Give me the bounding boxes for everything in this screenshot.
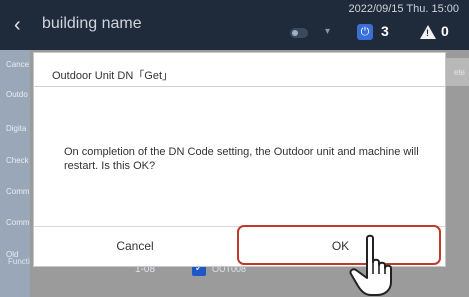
warning-icon: ! <box>420 25 436 39</box>
datetime-display: 2022/09/15 Thu. 15:00 <box>348 3 459 15</box>
ok-button-highlight <box>237 225 441 265</box>
page-title: building name <box>42 15 142 32</box>
toggle-switch-icon[interactable] <box>290 28 308 38</box>
sidebar-item-digital[interactable]: Digita <box>6 124 26 133</box>
sidebar-item-check[interactable]: Check <box>6 156 29 165</box>
sidebar-item-outdoor[interactable]: Outdo <box>6 90 28 99</box>
power-icon: ⏻ <box>357 24 373 40</box>
power-count: 3 <box>381 23 389 39</box>
sidebar-item-cancel[interactable]: Cance <box>6 60 29 69</box>
dialog-message: On completion of the DN Code setting, th… <box>64 146 419 172</box>
dialog-divider <box>34 86 445 87</box>
chevron-down-icon[interactable]: ▾ <box>325 26 330 37</box>
hand-pointer-icon <box>349 234 392 296</box>
back-chevron-icon[interactable]: ‹ <box>14 14 21 37</box>
cancel-button[interactable]: Cancel <box>34 227 236 266</box>
warning-count: 0 <box>441 23 449 39</box>
delete-button-label: ete <box>453 68 465 77</box>
sidebar-item-comm-2[interactable]: Comm <box>6 218 30 227</box>
sidebar-item-comm-1[interactable]: Comm <box>6 187 30 196</box>
dialog-title: Outdoor Unit DN「Get」 <box>52 70 174 82</box>
app-header: ‹ building name 2022/09/15 Thu. 15:00 ▾ … <box>0 0 469 50</box>
